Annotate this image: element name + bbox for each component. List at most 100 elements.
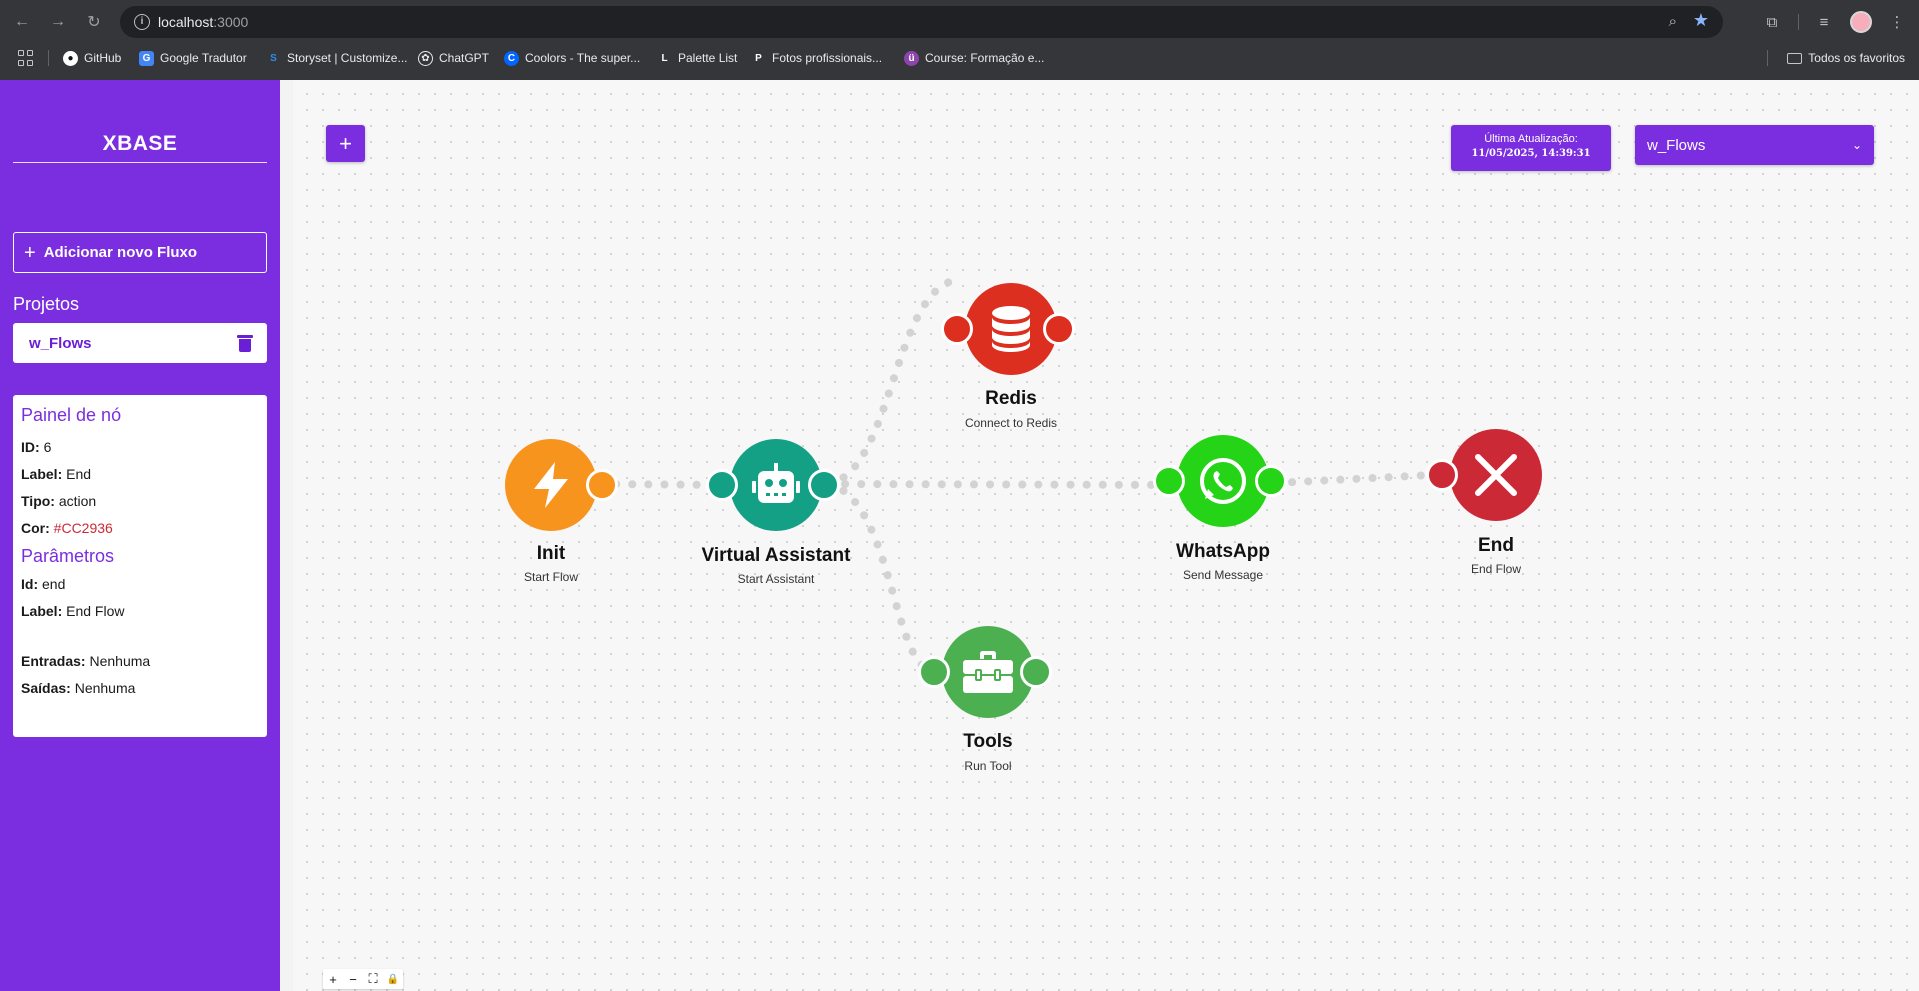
close-icon: [1475, 454, 1517, 496]
node-panel: Painel de nó ID: 6 Label: End Tipo: acti…: [13, 395, 267, 737]
param-id-value: end: [42, 576, 66, 592]
reload-icon[interactable]: ↻: [82, 10, 106, 34]
bookmark-star-icon[interactable]: ★: [1693, 10, 1709, 31]
folder-icon: [1787, 52, 1803, 64]
add-new-flow-button[interactable]: + Adicionar novo Fluxo: [13, 232, 267, 273]
github-icon: ●: [63, 50, 78, 66]
param-label-value: End Flow: [66, 603, 125, 619]
node-whatsapp-output-handle[interactable]: [1255, 465, 1287, 497]
bookmark-fotos[interactable]: P Fotos profissionais...: [751, 48, 882, 68]
node-color-value: #CC2936: [53, 520, 113, 536]
media-queue-icon[interactable]: ≡: [1813, 11, 1835, 33]
extensions-icon[interactable]: ⧉: [1761, 11, 1783, 33]
node-tools-sub: Run Tool: [964, 759, 1012, 773]
inputs-label: Entradas:: [21, 653, 86, 669]
node-redis-input-handle[interactable]: [941, 313, 973, 345]
zoom-in-icon[interactable]: +: [323, 969, 343, 989]
trash-icon[interactable]: [237, 333, 253, 352]
bookmark-google-tradutor[interactable]: G Google Tradutor: [139, 48, 247, 68]
outputs-row: Saídas: Nenhuma: [21, 675, 259, 702]
node-init[interactable]: [505, 439, 597, 531]
menu-kebab-icon[interactable]: ⋮: [1886, 11, 1908, 33]
address-bar[interactable]: i localhost:3000 ⌕ ★: [120, 6, 1723, 38]
bookmark-coolors[interactable]: C Coolors - The super...: [504, 48, 640, 68]
edge-init-assistant: [596, 480, 726, 489]
all-bookmarks-label: Todos os favoritos: [1808, 51, 1905, 65]
browser-chrome: ← → ↻ i localhost:3000 ⌕ ★ ⧉ ≡ ⋮ ● GitHu…: [0, 0, 1919, 80]
fit-view-icon[interactable]: ⛶: [363, 969, 383, 989]
canvas-controls: + − ⛶ 🔒: [323, 969, 403, 989]
node-end-input-handle[interactable]: [1426, 459, 1458, 491]
param-label-row: Label: End Flow: [21, 598, 259, 625]
node-label-row: Label: End: [21, 461, 259, 488]
whatsapp-icon: [1200, 457, 1246, 505]
back-icon[interactable]: ←: [10, 10, 34, 34]
node-assistant-input-handle[interactable]: [706, 469, 738, 501]
bookmarks-bar: ● GitHub G Google Tradutor S Storyset | …: [0, 46, 1919, 70]
flow-select[interactable]: w_Flows ⌄: [1635, 125, 1874, 165]
param-id-label: Id:: [21, 576, 39, 592]
node-end-label: End: [1478, 535, 1514, 556]
zoom-out-icon[interactable]: −: [343, 969, 363, 989]
node-type-label: Tipo:: [21, 493, 55, 509]
bookmarks-divider: [48, 50, 49, 66]
bookmark-chatgpt[interactable]: ✿ ChatGPT: [418, 48, 489, 68]
params-title: Parâmetros: [21, 546, 115, 566]
all-bookmarks-folder[interactable]: Todos os favoritos: [1787, 48, 1905, 68]
add-new-flow-label: Adicionar novo Fluxo: [43, 244, 198, 261]
flow-canvas[interactable]: + Última Atualização: 11/05/2025, 14:39:…: [293, 80, 1919, 991]
database-icon: [992, 306, 1030, 352]
pexels-icon: P: [755, 52, 762, 64]
google-translate-icon: G: [139, 50, 154, 66]
node-assistant-output-handle[interactable]: [808, 469, 840, 501]
node-id-row: ID: 6: [21, 434, 259, 461]
app-root: XBASE + Adicionar novo Fluxo Projetos w_…: [0, 80, 1919, 991]
lock-icon[interactable]: 🔒: [383, 969, 403, 989]
node-label-value: End: [66, 466, 92, 482]
bookmark-github[interactable]: ● GitHub: [63, 48, 121, 68]
plus-icon: +: [24, 241, 36, 264]
node-tools-output-handle[interactable]: [1020, 656, 1052, 688]
storyset-icon: S: [270, 52, 277, 64]
edge-assistant-whatsapp: [825, 480, 1182, 489]
bookmark-label: GitHub: [84, 51, 122, 65]
bookmark-label: Course: Formação e...: [925, 51, 1045, 65]
profile-avatar[interactable]: [1850, 11, 1872, 33]
node-redis-output-handle[interactable]: [1043, 313, 1075, 345]
course-icon: ü: [904, 50, 919, 66]
forward-icon[interactable]: →: [46, 10, 70, 34]
zoom-icon[interactable]: ⌕: [1669, 13, 1677, 30]
site-info-icon[interactable]: i: [134, 14, 150, 30]
node-whatsapp-sub: Send Message: [1182, 568, 1264, 582]
project-item-w-flows[interactable]: w_Flows: [13, 323, 267, 363]
toolbox-icon: [963, 651, 1013, 693]
bookmark-course[interactable]: ü Course: Formação e...: [904, 48, 1044, 68]
bookmark-label: Coolors - The super...: [525, 51, 641, 65]
node-end[interactable]: [1450, 429, 1542, 521]
node-whatsapp-label: WhatsApp: [1176, 541, 1270, 562]
node-tools-input-handle[interactable]: [918, 656, 950, 688]
add-node-button[interactable]: +: [326, 125, 365, 162]
url-host: localhost: [158, 14, 214, 30]
address-row: ← → ↻ i localhost:3000 ⌕ ★ ⧉ ≡ ⋮: [0, 0, 1919, 44]
palette-list-icon: L: [661, 52, 668, 64]
node-id-value: 6: [43, 439, 52, 455]
param-label-label: Label:: [21, 603, 63, 619]
node-redis-sub: Connect to Redis: [964, 416, 1058, 430]
node-init-output-handle[interactable]: [586, 469, 618, 501]
bookmark-palette-list[interactable]: L Palette List: [657, 48, 737, 68]
bookmark-label: Fotos profissionais...: [772, 51, 883, 65]
node-init-sub: Start Flow: [523, 570, 578, 584]
node-type-row: Tipo: action: [21, 488, 259, 515]
apps-grid-icon[interactable]: [18, 50, 34, 66]
node-id-label: ID:: [21, 439, 40, 455]
edge-assistant-redis: [825, 276, 960, 488]
edge-whatsapp-end: [1272, 471, 1435, 487]
url-text[interactable]: localhost:3000: [158, 14, 248, 30]
bookmark-storyset[interactable]: S Storyset | Customize...: [266, 48, 407, 68]
robot-icon: [752, 463, 800, 503]
outputs-label: Saídas:: [21, 680, 71, 696]
node-whatsapp-input-handle[interactable]: [1153, 465, 1185, 497]
node-label-label: Label:: [21, 466, 63, 482]
flow-select-value: w_Flows: [1647, 136, 1706, 154]
